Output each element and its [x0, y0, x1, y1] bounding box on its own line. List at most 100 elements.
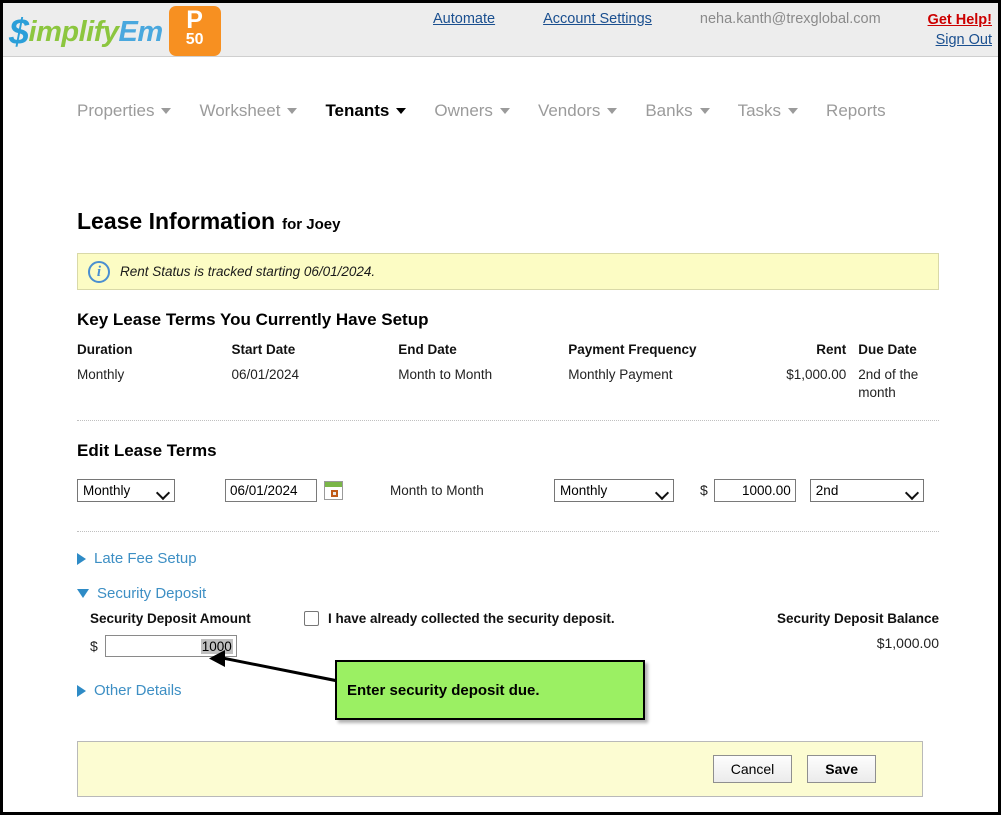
- cell-end-date: Month to Month: [398, 366, 568, 402]
- header-links: Automate Account Settings neha.kanth@tre…: [433, 11, 992, 50]
- calendar-icon[interactable]: [324, 481, 343, 500]
- chevron-down-icon: [161, 108, 171, 114]
- column-header-end-date: End Date: [398, 342, 568, 366]
- logo-text-implify: implify: [29, 16, 119, 48]
- user-email-label: neha.kanth@trexglobal.com: [700, 11, 881, 27]
- page-title-main: Lease Information: [77, 208, 275, 235]
- plan-badge-number: 50: [169, 32, 221, 48]
- nav-item-reports[interactable]: Reports: [826, 101, 886, 121]
- header-links-left: Automate Account Settings neha.kanth@tre…: [433, 11, 928, 27]
- triangle-right-icon: [77, 685, 86, 697]
- calendar-icon-day: [331, 490, 338, 497]
- nav-item-owners[interactable]: Owners: [434, 101, 510, 121]
- form-footer: Cancel Save: [77, 741, 923, 797]
- key-lease-terms-heading: Key Lease Terms You Currently Have Setup: [77, 310, 939, 330]
- late-fee-setup-label: Late Fee Setup: [94, 550, 197, 567]
- sign-out-link[interactable]: Sign Out: [928, 31, 992, 51]
- nav-label-tenants: Tenants: [325, 101, 389, 121]
- account-settings-link[interactable]: Account Settings: [543, 11, 652, 27]
- app-window: $implifyEm P 50 Automate Account Setting…: [0, 0, 1001, 815]
- column-header-duration: Duration: [77, 342, 231, 366]
- cell-payment-frequency: Monthly Payment: [568, 366, 764, 402]
- nav-label-properties: Properties: [77, 101, 154, 121]
- start-date-input[interactable]: [225, 479, 317, 502]
- end-date-static-label: Month to Month: [390, 483, 546, 498]
- logo-text-em: Em: [119, 16, 163, 48]
- column-header-start-date: Start Date: [231, 342, 398, 366]
- column-header-rent: Rent: [764, 342, 846, 366]
- nav-item-properties[interactable]: Properties: [77, 101, 171, 121]
- security-deposit-amount-row: $ 1000: [90, 635, 237, 657]
- main-navigation: Properties Worksheet Tenants Owners Vend…: [3, 61, 998, 121]
- security-deposit-toggle[interactable]: Security Deposit: [77, 585, 939, 602]
- security-deposit-collected-label: I have already collected the security de…: [328, 611, 615, 626]
- nav-item-tasks[interactable]: Tasks: [738, 101, 798, 121]
- late-fee-setup-toggle[interactable]: Late Fee Setup: [77, 550, 939, 567]
- cancel-button[interactable]: Cancel: [713, 755, 793, 783]
- duration-select-wrap: Monthly: [77, 479, 175, 502]
- security-deposit-collected-checkbox[interactable]: [304, 611, 319, 626]
- due-date-select[interactable]: 2nd: [810, 479, 924, 502]
- other-details-label: Other Details: [94, 682, 182, 699]
- due-date-select-wrap: 2nd: [810, 479, 924, 502]
- security-deposit-collected-row[interactable]: I have already collected the security de…: [304, 611, 615, 626]
- cell-duration: Monthly: [77, 366, 231, 402]
- column-header-payment-frequency: Payment Frequency: [568, 342, 764, 366]
- calendar-icon-header: [325, 482, 342, 487]
- nav-item-vendors[interactable]: Vendors: [538, 101, 617, 121]
- security-deposit-balance: Security Deposit Balance $1,000.00: [777, 611, 939, 651]
- info-icon: i: [88, 261, 110, 283]
- nav-label-worksheet: Worksheet: [199, 101, 280, 121]
- rent-currency-symbol: $: [700, 482, 708, 498]
- get-help-link[interactable]: Get Help!: [928, 11, 992, 31]
- main-content: Lease Information for Joey i Rent Status…: [77, 208, 939, 699]
- automate-link[interactable]: Automate: [433, 11, 495, 27]
- nav-label-tasks: Tasks: [738, 101, 781, 121]
- security-deposit-panel: Security Deposit Amount $ 1000 I have al…: [77, 611, 939, 663]
- annotation-callout: Enter security deposit due.: [335, 660, 645, 720]
- chevron-down-icon: [788, 108, 798, 114]
- rent-status-banner-text: Rent Status is tracked starting 06/01/20…: [120, 264, 375, 279]
- security-deposit-balance-value: $1,000.00: [777, 635, 939, 651]
- header-links-right: Get Help! Sign Out: [928, 11, 992, 50]
- table-header-row: Duration Start Date End Date Payment Fre…: [77, 342, 939, 366]
- plan-badge: P 50: [169, 6, 221, 56]
- plan-badge-letter: P: [169, 8, 221, 33]
- column-header-due-date: Due Date: [846, 342, 939, 366]
- rent-status-banner: i Rent Status is tracked starting 06/01/…: [77, 253, 939, 290]
- security-deposit-amount-value: 1000: [201, 639, 233, 654]
- rent-amount-input[interactable]: [714, 479, 796, 502]
- edit-lease-terms-heading: Edit Lease Terms: [77, 441, 939, 461]
- nav-item-tenants[interactable]: Tenants: [325, 101, 406, 121]
- divider: [77, 420, 939, 421]
- security-deposit-amount-input[interactable]: 1000: [105, 635, 237, 657]
- frequency-select-wrap: Monthly: [554, 479, 674, 502]
- annotation-callout-text: Enter security deposit due.: [347, 682, 540, 699]
- divider: [77, 531, 939, 532]
- key-lease-terms-table: Duration Start Date End Date Payment Fre…: [77, 342, 939, 402]
- nav-label-owners: Owners: [434, 101, 493, 121]
- nav-item-banks[interactable]: Banks: [645, 101, 709, 121]
- nav-item-worksheet[interactable]: Worksheet: [199, 101, 297, 121]
- chevron-down-icon: [500, 108, 510, 114]
- page-title-suffix: for Joey: [282, 216, 340, 233]
- security-deposit-amount-label: Security Deposit Amount: [90, 611, 251, 626]
- simplifyem-logo[interactable]: $implifyEm P 50: [9, 4, 221, 57]
- nav-label-reports: Reports: [826, 101, 886, 121]
- chevron-down-icon: [607, 108, 617, 114]
- triangle-down-icon: [77, 589, 89, 598]
- duration-select[interactable]: Monthly: [77, 479, 175, 502]
- app-header: $implifyEm P 50 Automate Account Setting…: [3, 3, 998, 57]
- chevron-down-icon: [700, 108, 710, 114]
- payment-frequency-select[interactable]: Monthly: [554, 479, 674, 502]
- page-title: Lease Information for Joey: [77, 208, 939, 235]
- cell-start-date: 06/01/2024: [231, 366, 398, 402]
- logo-wordmark: $implifyEm: [9, 4, 163, 57]
- chevron-down-icon: [396, 108, 406, 114]
- chevron-down-icon: [287, 108, 297, 114]
- security-deposit-currency-symbol: $: [90, 638, 98, 654]
- save-button[interactable]: Save: [807, 755, 876, 783]
- table-row: Monthly 06/01/2024 Month to Month Monthl…: [77, 366, 939, 402]
- edit-lease-terms-row: Monthly Month to Month Monthly $ 2nd: [77, 477, 939, 503]
- triangle-right-icon: [77, 553, 86, 565]
